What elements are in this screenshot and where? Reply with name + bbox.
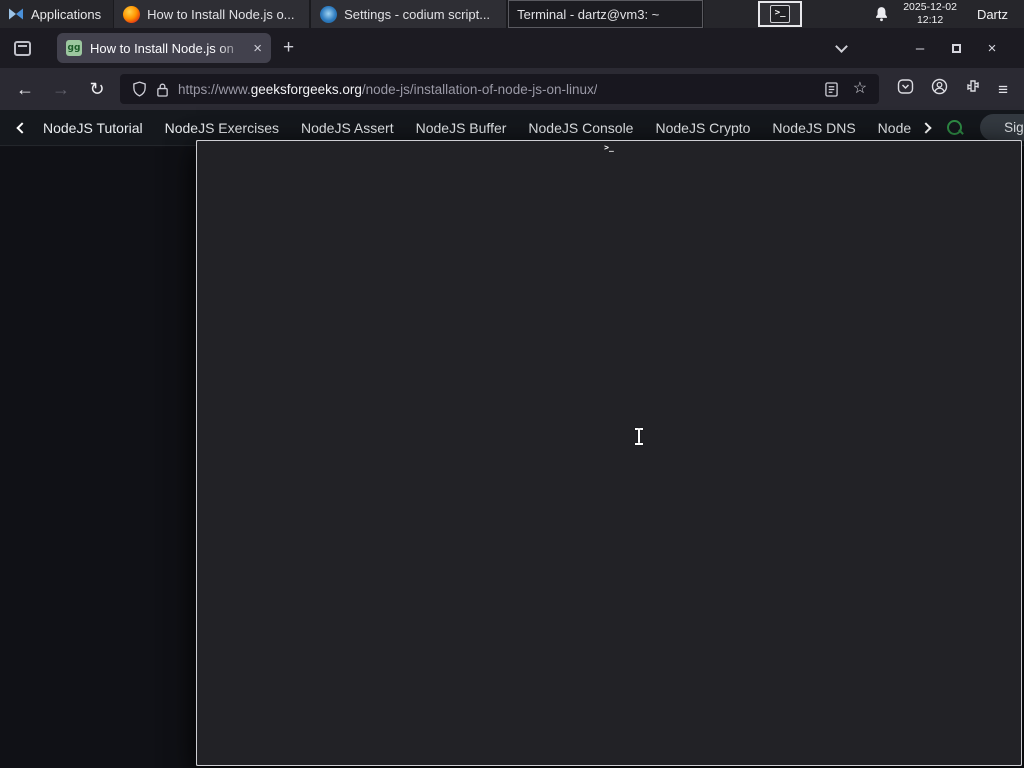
site-nav-items: NodeJS Tutorial NodeJS Exercises NodeJS As… bbox=[32, 120, 922, 136]
site-nav-item[interactable]: Node bbox=[867, 120, 922, 136]
urlbar-actions: ☆ bbox=[825, 81, 867, 97]
firefox-icon bbox=[123, 5, 141, 23]
back-button[interactable]: ← bbox=[12, 80, 38, 98]
notification-bell-icon[interactable] bbox=[874, 6, 889, 22]
forward-button[interactable]: → bbox=[48, 80, 74, 98]
browser-nav-toolbar: ← → ↻ https://www.geeksforgeeks.org/node… bbox=[0, 68, 1024, 110]
pocket-icon[interactable] bbox=[897, 78, 914, 100]
task-button-codium[interactable]: Settings - codium script... bbox=[310, 0, 508, 28]
tab-title: How to Install Node.js on bbox=[90, 40, 234, 56]
task-label: How to Install Node.js o... bbox=[147, 6, 295, 22]
top-panel: Applications How to Install Node.js o...… bbox=[0, 0, 1024, 766]
reload-button[interactable]: ↻ bbox=[84, 80, 110, 98]
sign-in-button[interactable]: Sign In bbox=[980, 114, 1024, 141]
user-menu[interactable]: Dartz bbox=[971, 7, 1014, 22]
reader-mode-icon[interactable] bbox=[825, 81, 838, 97]
task-button-firefox[interactable]: How to Install Node.js o... bbox=[113, 0, 311, 28]
browser-close-button[interactable]: × bbox=[974, 41, 1010, 56]
site-nav-item[interactable]: NodeJS Console bbox=[517, 120, 644, 136]
clock-date: 2025-12-02 bbox=[903, 1, 957, 14]
app-menu-icon[interactable]: ≡ bbox=[998, 81, 1008, 98]
desktop: Applications How to Install Node.js o...… bbox=[0, 0, 1024, 768]
browser-tab-bar: gg How to Install Node.js on × + – × bbox=[0, 28, 1024, 68]
applications-menu-button[interactable]: Applications bbox=[0, 0, 113, 28]
site-nav-item[interactable]: NodeJS Tutorial bbox=[32, 120, 154, 136]
url-bar[interactable]: https://www.geeksforgeeks.org/node-js/in… bbox=[120, 74, 880, 104]
bookmark-star-icon[interactable]: ☆ bbox=[853, 81, 867, 97]
nav-scroll-right-icon[interactable] bbox=[920, 121, 932, 134]
site-nav-item[interactable]: NodeJS DNS bbox=[761, 120, 866, 136]
maximize-icon bbox=[951, 43, 961, 53]
task-label: Settings - codium script... bbox=[344, 6, 491, 22]
clock[interactable]: 2025-12-02 12:12 bbox=[903, 1, 957, 26]
extensions-icon[interactable] bbox=[965, 79, 981, 100]
task-button-terminal[interactable]: >_ Terminal - dartz@vm3: ~ bbox=[196, 0, 1022, 766]
lock-icon[interactable] bbox=[156, 82, 169, 97]
browser-tab-active[interactable]: gg How to Install Node.js on × bbox=[57, 33, 271, 63]
firefox-view-button[interactable] bbox=[14, 40, 31, 56]
site-nav-item[interactable]: NodeJS Assert bbox=[290, 120, 405, 136]
tray-terminal-indicator[interactable]: >_ bbox=[758, 1, 803, 27]
geeksforgeeks-favicon: gg bbox=[66, 40, 82, 56]
browser-maximize-button[interactable] bbox=[938, 41, 974, 56]
site-search-icon[interactable] bbox=[946, 119, 964, 137]
tab-close-icon[interactable]: × bbox=[253, 41, 262, 56]
site-nav-item[interactable]: NodeJS Buffer bbox=[405, 120, 518, 136]
url-path: /node-js/installation-of-node-js-on-linu… bbox=[361, 81, 598, 97]
task-label: Terminal - dartz@vm3: ~ bbox=[517, 6, 660, 22]
browser-minimize-button[interactable]: – bbox=[902, 41, 938, 56]
window-controls: – × bbox=[835, 39, 1024, 56]
clock-time: 12:12 bbox=[916, 14, 944, 26]
list-all-tabs-chevron-icon[interactable] bbox=[835, 39, 848, 53]
url-text: https://www.geeksforgeeks.org/node-js/in… bbox=[178, 82, 597, 97]
site-nav-item[interactable]: NodeJS Exercises bbox=[154, 120, 290, 136]
window-task-list: How to Install Node.js o... Settings - co… bbox=[113, 0, 1022, 766]
url-domain: geeksforgeeks.org bbox=[250, 81, 362, 97]
terminal-icon: >_ bbox=[770, 5, 791, 23]
tracking-shield-icon[interactable] bbox=[132, 81, 147, 97]
applications-icon bbox=[8, 6, 24, 22]
panel-status-area: 2025-12-02 12:12 Dartz bbox=[874, 0, 1024, 28]
account-icon[interactable] bbox=[931, 78, 948, 100]
url-scheme: https://www. bbox=[178, 81, 251, 97]
new-tab-button[interactable]: + bbox=[283, 37, 294, 59]
nav-scroll-left-icon[interactable] bbox=[16, 121, 28, 134]
codium-icon bbox=[320, 5, 338, 23]
applications-label: Applications bbox=[31, 6, 102, 22]
site-nav-item[interactable]: NodeJS Crypto bbox=[644, 120, 761, 136]
toolbar-right-icons: ≡ bbox=[889, 78, 1012, 100]
